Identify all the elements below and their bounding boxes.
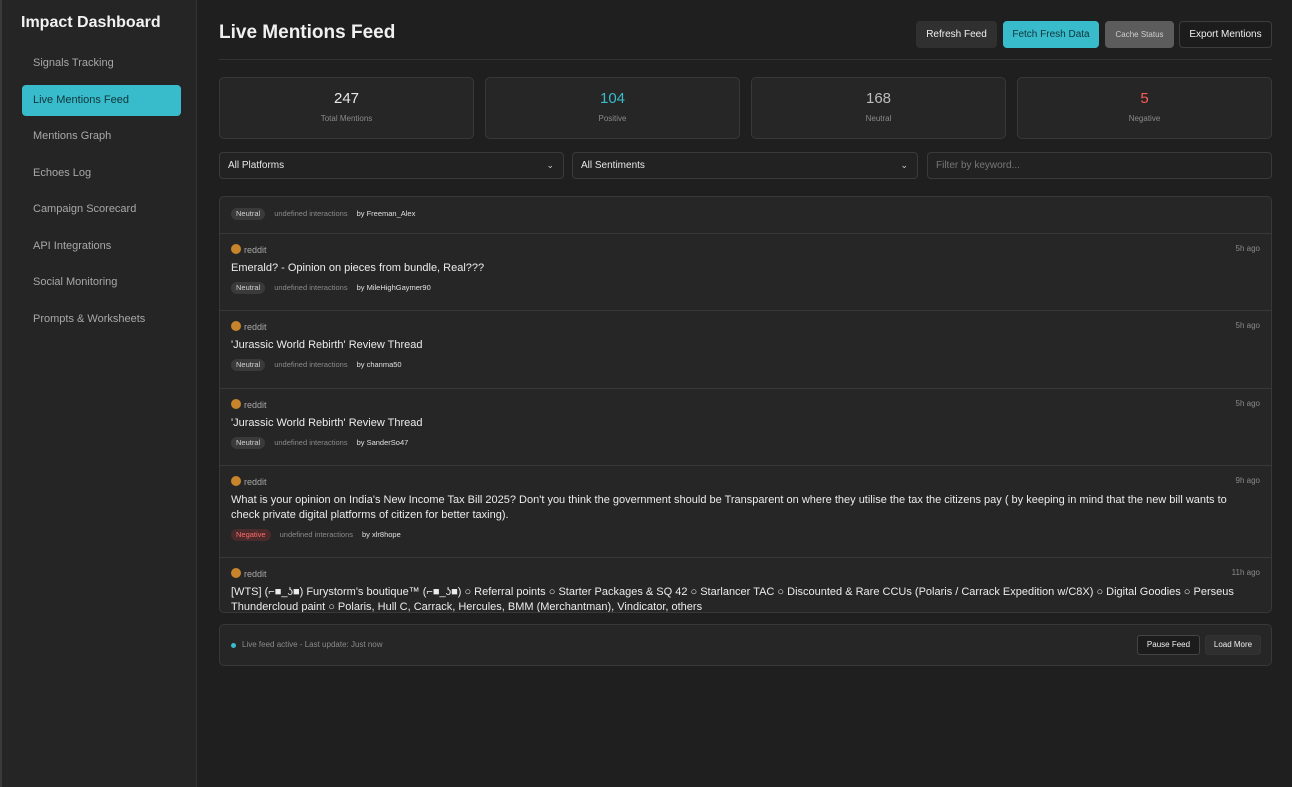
feed-item[interactable]: reddit 5h ago 'Jurassic World Rebirth' R… — [220, 311, 1271, 389]
feed-item[interactable]: Neutral undefined interactions by Freeman_… — [220, 197, 1271, 234]
feed-item[interactable]: reddit 5h ago 'Jurassic World Rebirth' R… — [220, 389, 1271, 466]
app-brand: Impact Dashboard — [21, 14, 161, 31]
sidebar-item-live-mentions-feed[interactable]: Live Mentions Feed — [22, 85, 181, 116]
mention-title[interactable]: Emerald? - Opinion on pieces from bundle… — [231, 261, 1256, 276]
mentions-feed[interactable]: Neutral undefined interactions by Freeman_… — [219, 196, 1272, 613]
sidebar-item-echoes-log[interactable]: Echoes Log — [22, 158, 181, 189]
author: by chanma50 — [356, 360, 402, 369]
timestamp: 5h ago — [1235, 399, 1260, 408]
author: by MileHighGaymer90 — [356, 283, 431, 292]
pause-feed-button[interactable]: Pause Feed — [1137, 635, 1200, 655]
feed-item-meta: Neutral undefined interactions by SanderSo… — [231, 437, 408, 449]
stat-card-negative: 5 Negative — [1017, 77, 1272, 139]
interactions-count: undefined interactions — [279, 530, 353, 539]
interactions-count: undefined interactions — [274, 360, 348, 369]
main-content: Live Mentions Feed Refresh Feed Fetch Fr… — [219, 0, 1272, 787]
page-title: Live Mentions Feed — [219, 22, 396, 43]
sentiment-select-value: All Sentiments — [581, 160, 645, 171]
sidebar-item-mentions-graph[interactable]: Mentions Graph — [22, 121, 181, 152]
stat-value: 168 — [865, 90, 892, 107]
sidebar-item-signals-tracking[interactable]: Signals Tracking — [22, 48, 181, 79]
sentiment-badge: Neutral — [231, 208, 266, 220]
reddit-icon — [231, 244, 241, 254]
platform-select[interactable]: All Platforms ⌄ — [219, 152, 564, 179]
author: by xlr8hope — [362, 530, 401, 539]
header-divider — [219, 59, 1272, 60]
author: by Freeman_Alex — [356, 209, 416, 218]
fetch-fresh-data-button[interactable]: Fetch Fresh Data — [1003, 21, 1099, 48]
platform-label: reddit — [231, 244, 267, 255]
interactions-count: undefined interactions — [274, 438, 348, 447]
feed-item-meta: Neutral undefined interactions by Freeman_… — [231, 208, 415, 220]
feed-footer: Live feed active - Last update: Just now… — [219, 624, 1272, 666]
timestamp: 5h ago — [1235, 244, 1260, 253]
stat-value: 104 — [599, 90, 626, 107]
platform-label: reddit — [231, 568, 267, 579]
sentiment-select[interactable]: All Sentiments ⌄ — [572, 152, 918, 179]
load-more-button[interactable]: Load More — [1205, 635, 1261, 655]
feed-item[interactable]: reddit 5h ago Emerald? - Opinion on piec… — [220, 234, 1271, 311]
sentiment-badge: Neutral — [231, 282, 266, 294]
sentiment-badge: Negative — [231, 529, 271, 541]
platform-select-value: All Platforms — [228, 160, 285, 171]
reddit-icon — [231, 476, 241, 486]
sidebar-item-campaign-scorecard[interactable]: Campaign Scorecard — [22, 194, 181, 225]
chevron-down-icon: ⌄ — [546, 160, 554, 170]
chevron-down-icon: ⌄ — [900, 160, 908, 170]
reddit-icon — [231, 321, 241, 331]
stat-label: Negative — [1128, 114, 1161, 123]
feed-item-meta: Neutral undefined interactions by chanma50 — [231, 359, 402, 371]
live-status-text: Live feed active - Last update: Just now — [242, 640, 383, 649]
feed-item-meta: Negative undefined interactions by xlr8hop… — [231, 529, 401, 541]
mention-title[interactable]: [WTS] (⌐■_ʖ■) Furystorm's boutique™ (⌐■_… — [231, 585, 1256, 612]
timestamp: 9h ago — [1235, 476, 1260, 485]
feed-item-meta: Neutral undefined interactions by MileHigh… — [231, 282, 431, 294]
author: by SanderSo47 — [356, 438, 409, 447]
sidebar-item-prompts-worksheets[interactable]: Prompts & Worksheets — [22, 304, 181, 335]
feed-item[interactable]: reddit 9h ago What is your opinion on In… — [220, 466, 1271, 558]
sidebar: Impact Dashboard Signals Tracking Live M… — [0, 0, 197, 787]
sentiment-badge: Neutral — [231, 359, 266, 371]
platform-label: reddit — [231, 399, 267, 410]
platform-label: reddit — [231, 321, 267, 332]
reddit-icon — [231, 399, 241, 409]
platform-label: reddit — [231, 476, 267, 487]
stat-value: 5 — [1140, 90, 1149, 107]
stat-card-total: 247 Total Mentions — [219, 77, 474, 139]
stat-label: Positive — [598, 114, 627, 123]
live-status-dot — [231, 643, 236, 648]
stat-card-neutral: 168 Neutral — [751, 77, 1006, 139]
feed-item[interactable]: reddit 11h ago [WTS] (⌐■_ʖ■) Furystorm's… — [220, 558, 1271, 612]
mention-title[interactable]: What is your opinion on India's New Inco… — [231, 493, 1256, 523]
interactions-count: undefined interactions — [274, 209, 348, 218]
export-mentions-button[interactable]: Export Mentions — [1179, 21, 1272, 48]
sidebar-item-api-integrations[interactable]: API Integrations — [22, 231, 181, 262]
timestamp: 5h ago — [1235, 321, 1260, 330]
refresh-feed-button[interactable]: Refresh Feed — [916, 21, 997, 48]
stat-card-positive: 104 Positive — [485, 77, 740, 139]
sentiment-badge: Neutral — [231, 437, 266, 449]
cache-status-button[interactable]: Cache Status — [1105, 21, 1174, 48]
stat-label: Neutral — [865, 114, 892, 123]
mention-title[interactable]: 'Jurassic World Rebirth' Review Thread — [231, 338, 1256, 353]
keyword-filter-input[interactable] — [927, 152, 1272, 179]
mention-title[interactable]: 'Jurassic World Rebirth' Review Thread — [231, 416, 1256, 431]
stat-label: Total Mentions — [320, 114, 373, 123]
timestamp: 11h ago — [1231, 568, 1260, 577]
interactions-count: undefined interactions — [274, 283, 348, 292]
reddit-icon — [231, 568, 241, 578]
stat-value: 247 — [333, 90, 360, 107]
sidebar-item-social-monitoring[interactable]: Social Monitoring — [22, 267, 181, 298]
